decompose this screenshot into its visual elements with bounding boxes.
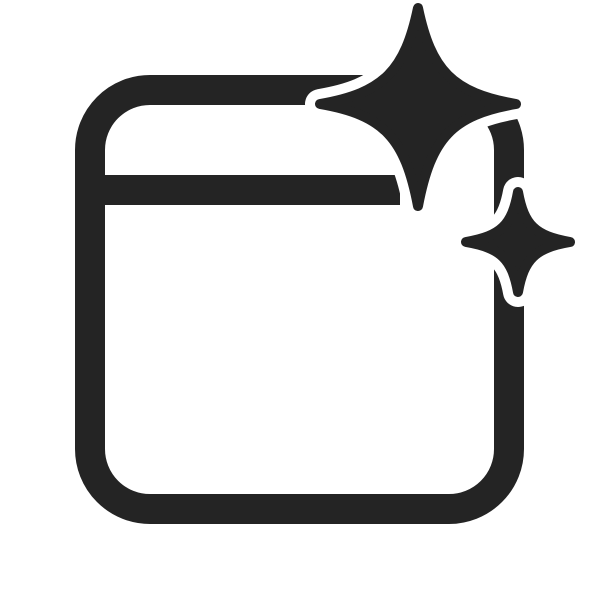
window-frame [75,75,524,524]
icon-canvas [0,0,600,600]
window-sparkle-icon [75,3,575,524]
small-sparkle-icon [461,187,575,297]
window-outline [75,75,524,524]
